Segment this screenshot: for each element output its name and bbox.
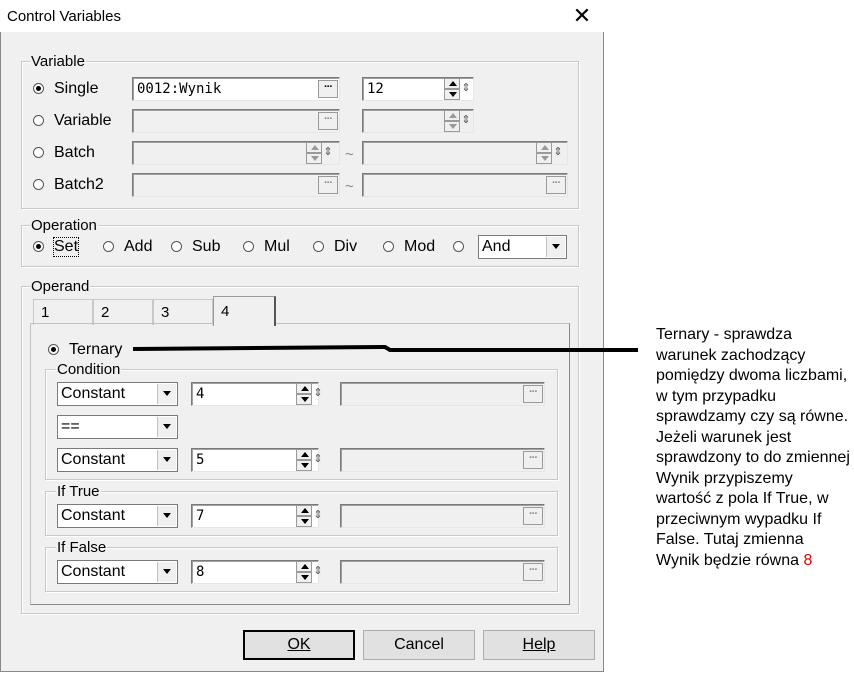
annotation-body: Ternary - sprawdza warunek zachodzący po… bbox=[656, 326, 850, 569]
annotation-highlight: 8 bbox=[803, 551, 813, 569]
tab-4[interactable]: 4 bbox=[213, 296, 276, 326]
annotation-text: Ternary - sprawdza warunek zachodzący po… bbox=[656, 325, 851, 571]
